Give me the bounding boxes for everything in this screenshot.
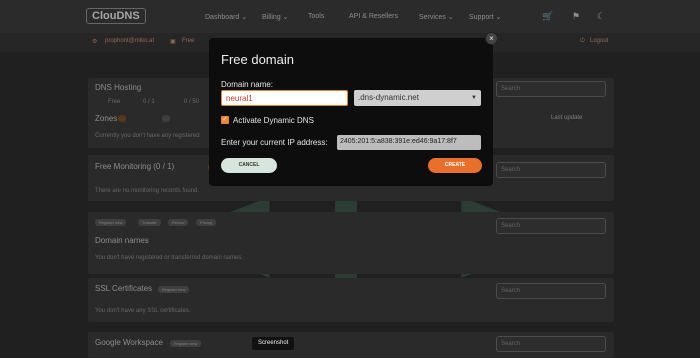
domain-name-label: Domain name: — [221, 80, 274, 89]
close-icon[interactable]: × — [485, 32, 498, 45]
caret-down-icon: ▼ — [471, 95, 477, 101]
domain-name-input[interactable]: neural1 — [221, 90, 348, 106]
create-button[interactable]: CREATE — [428, 158, 482, 173]
ip-address-label: Enter your current IP address: — [221, 138, 328, 147]
screenshot-tooltip: Screenshot — [252, 337, 295, 350]
dynamic-dns-label[interactable]: Activate Dynamic DNS — [233, 116, 314, 125]
domain-suffix-select[interactable]: .dns-dynamic.net ▼ — [354, 90, 481, 106]
modal-title: Free domain — [221, 52, 294, 67]
free-domain-modal: × Free domain Domain name: neural1 .dns-… — [209, 32, 498, 186]
domain-suffix-value: .dns-dynamic.net — [358, 93, 419, 102]
dynamic-dns-checkbox[interactable]: ✓ — [221, 116, 229, 124]
ip-address-input[interactable]: 2405:201:5:a838:391e:ed46:9a17:8f7 — [337, 135, 481, 150]
cancel-button[interactable]: CANCEL — [221, 158, 277, 173]
